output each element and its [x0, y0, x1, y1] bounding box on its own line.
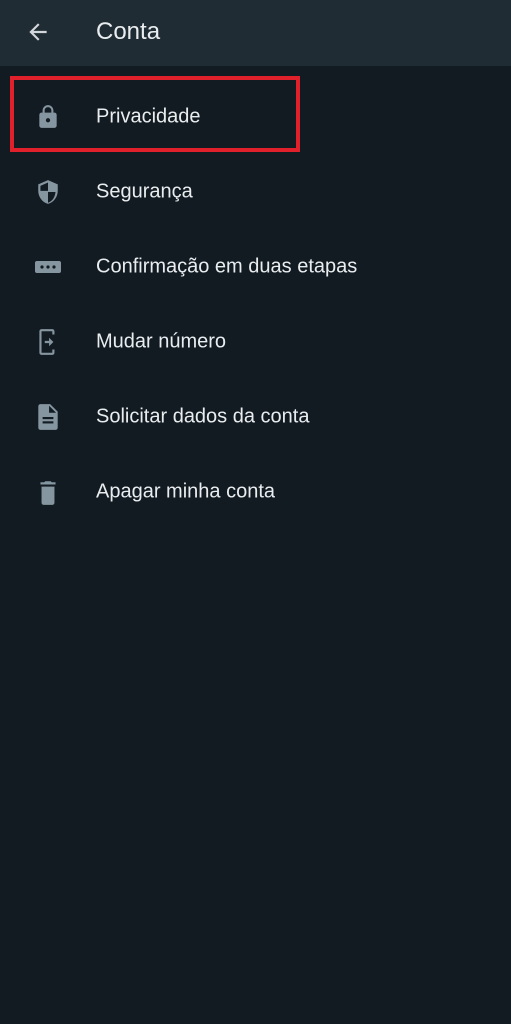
- menu-item-security[interactable]: Segurança: [0, 154, 511, 229]
- menu-item-delete-account[interactable]: Apagar minha conta: [0, 454, 511, 529]
- menu-item-two-step-verification[interactable]: Confirmação em duas etapas: [0, 229, 511, 304]
- phone-change-icon: [34, 328, 62, 356]
- menu-item-request-account-info[interactable]: Solicitar dados da conta: [0, 379, 511, 454]
- trash-icon: [34, 478, 62, 506]
- shield-icon: [34, 178, 62, 206]
- menu-item-label: Solicitar dados da conta: [96, 405, 310, 427]
- document-icon: [34, 403, 62, 431]
- menu-item-label: Confirmação em duas etapas: [96, 255, 358, 277]
- menu-item-label: Apagar minha conta: [96, 480, 276, 502]
- menu-item-label: Privacidade: [96, 105, 201, 127]
- app-bar: Conta: [0, 0, 511, 66]
- lock-icon: [34, 103, 62, 131]
- back-button[interactable]: [22, 16, 54, 48]
- password-dots-icon: [34, 253, 62, 281]
- menu-item-privacy[interactable]: Privacidade: [0, 79, 511, 154]
- account-menu: Privacidade Segurança Confirmação em dua…: [0, 79, 511, 529]
- menu-item-change-number[interactable]: Mudar número: [0, 304, 511, 379]
- menu-item-label: Mudar número: [96, 330, 227, 352]
- arrow-left-icon: [25, 19, 51, 45]
- menu-item-label: Segurança: [96, 180, 193, 202]
- page-title: Conta: [96, 18, 161, 45]
